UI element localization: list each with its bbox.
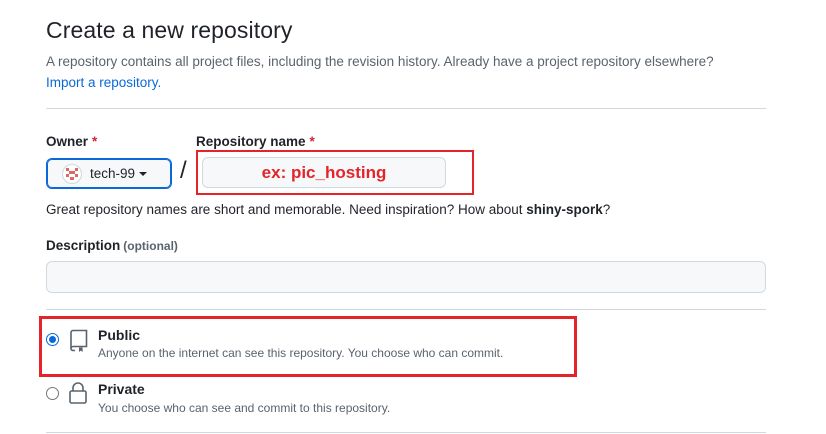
owner-dropdown[interactable]: tech-99 — [46, 158, 172, 189]
private-title: Private — [98, 381, 145, 397]
description-optional-text: (optional) — [123, 239, 178, 253]
lock-icon — [67, 381, 89, 405]
description-label: Description (optional) — [46, 238, 178, 253]
header-divider — [46, 108, 766, 109]
owner-repo-separator: / — [180, 157, 187, 184]
private-radio[interactable] — [46, 387, 59, 400]
owner-label-text: Owner — [46, 134, 89, 149]
repo-name-required-mark: * — [309, 134, 315, 149]
public-description: Anyone on the internet can see this repo… — [98, 346, 504, 360]
repo-name-label: Repository name * — [196, 134, 315, 149]
visibility-divider — [46, 432, 766, 433]
page-title: Create a new repository — [46, 17, 293, 43]
public-title: Public — [98, 327, 141, 343]
owner-required-mark: * — [92, 134, 98, 149]
hint-text: Great repository names are short and mem… — [46, 202, 523, 217]
repo-icon — [68, 329, 90, 353]
description-input[interactable] — [46, 261, 766, 293]
public-radio[interactable] — [46, 333, 59, 346]
owner-name: tech-99 — [90, 166, 136, 181]
repo-name-annotation-text: ex: pic_hosting — [261, 163, 387, 182]
page-subtitle: A repository contains all project files,… — [46, 51, 746, 93]
repo-name-label-text: Repository name — [196, 134, 306, 149]
subtitle-text: A repository contains all project files,… — [46, 54, 714, 69]
repo-name-hint: Great repository names are short and mem… — [46, 202, 610, 217]
name-suggestion[interactable]: shiny-spork — [526, 202, 603, 217]
import-repository-link[interactable]: Import a repository. — [46, 75, 161, 90]
hint-suffix: ? — [602, 202, 611, 217]
description-divider — [46, 309, 766, 310]
private-description: You choose who can see and commit to thi… — [98, 401, 391, 415]
identicon-avatar-icon — [62, 163, 82, 184]
description-label-text: Description — [46, 238, 121, 253]
owner-label: Owner * — [46, 134, 97, 149]
caret-down-icon — [139, 171, 148, 176]
